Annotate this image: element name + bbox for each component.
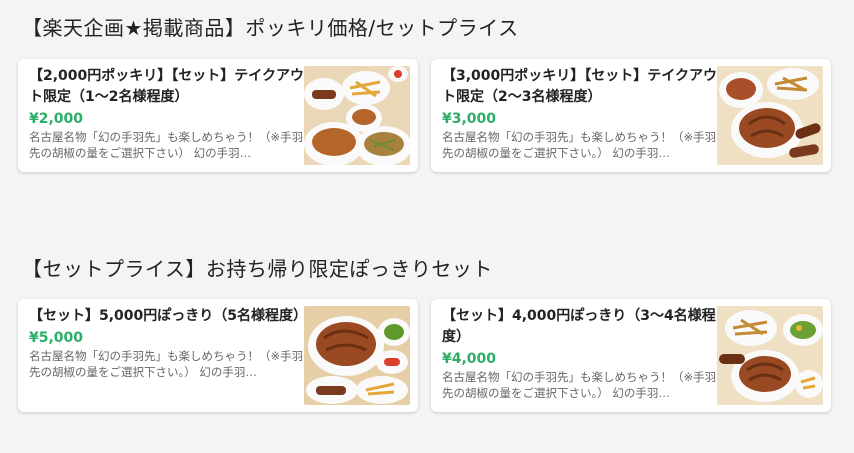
section-title: 【セットプライス】お持ち帰り限定ぽっきりセット xyxy=(22,257,493,281)
product-description: 名古屋名物「幻の手羽先」も楽しめちゃう！（※手羽先の胡椒の量をご選択下さい） 幻… xyxy=(29,130,304,160)
product-price: ¥2,000 xyxy=(29,111,84,127)
product-image[interactable] xyxy=(304,66,410,165)
product-title[interactable]: 【セット】5,000円ぽっきり（5名様程度） xyxy=(29,306,305,327)
product-card[interactable]: 【セット】4,000円ぽっきり（3～4名様程度） ¥4,000 名古屋名物「幻の… xyxy=(431,299,831,412)
product-card[interactable]: 【セット】5,000円ぽっきり（5名様程度） ¥5,000 名古屋名物「幻の手羽… xyxy=(18,299,418,412)
product-image[interactable] xyxy=(717,66,823,165)
product-price: ¥5,000 xyxy=(29,330,84,346)
product-card[interactable]: 【2,000円ポッキリ】【セット】テイクアウト限定（1～2名様程度） ¥2,00… xyxy=(18,59,418,172)
product-description: 名古屋名物「幻の手羽先」も楽しめちゃう！（※手羽先の胡椒の量をご選択下さい。） … xyxy=(442,130,717,160)
product-title[interactable]: 【セット】4,000円ぽっきり（3～4名様程度） xyxy=(442,306,718,348)
product-price: ¥3,000 xyxy=(442,111,497,127)
product-price: ¥4,000 xyxy=(442,351,497,367)
product-title[interactable]: 【2,000円ポッキリ】【セット】テイクアウト限定（1～2名様程度） xyxy=(29,66,305,108)
product-image[interactable] xyxy=(304,306,410,405)
product-image[interactable] xyxy=(717,306,823,405)
product-card[interactable]: 【3,000円ポッキリ】【セット】テイクアウト限定（2～3名様程度） ¥3,00… xyxy=(431,59,831,172)
product-description: 名古屋名物「幻の手羽先」も楽しめちゃう！（※手羽先の胡椒の量をご選択下さい。） … xyxy=(29,349,304,379)
section-title: 【楽天企画★掲載商品】ポッキリ価格/セットプライス xyxy=(22,16,519,40)
product-description: 名古屋名物「幻の手羽先」も楽しめちゃう！（※手羽先の胡椒の量をご選択下さい。） … xyxy=(442,370,717,400)
product-title[interactable]: 【3,000円ポッキリ】【セット】テイクアウト限定（2～3名様程度） xyxy=(442,66,718,108)
